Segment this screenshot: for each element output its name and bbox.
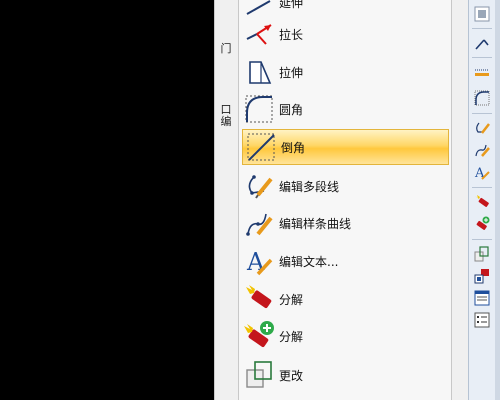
edit-text-icon[interactable]: A <box>471 162 493 182</box>
side-label-bottom: 口编 <box>220 103 232 128</box>
menu-item-label: 更改 <box>279 368 304 383</box>
fillet-icon <box>241 91 277 127</box>
lengthen-icon <box>241 16 277 52</box>
explode-icon[interactable] <box>471 192 493 212</box>
menu-item-edit-spline[interactable]: 编辑样条曲线 <box>241 205 449 241</box>
stretch-icon <box>241 54 277 90</box>
menu-item-stretch[interactable]: 拉伸 <box>241 54 449 90</box>
layer-icon[interactable] <box>471 288 493 308</box>
menu-item-label: 编辑样条曲线 <box>279 216 352 231</box>
edit-text-icon: A <box>241 243 277 279</box>
explode-add-icon[interactable] <box>471 214 493 234</box>
side-panel <box>214 0 239 400</box>
menu-scroll-gap <box>451 0 469 400</box>
zoom-icon[interactable] <box>471 4 493 24</box>
menu-item-fillet[interactable]: 圆角 <box>241 91 449 127</box>
menu-item-label: 延伸 <box>279 0 304 10</box>
match-props-icon[interactable] <box>471 266 493 286</box>
edit-polyline-icon[interactable] <box>471 118 493 138</box>
menu-item-edit-polyline[interactable]: 编辑多段线 <box>241 168 449 204</box>
menu-item-label: 分解 <box>279 292 304 307</box>
stretch-icon[interactable] <box>471 62 493 82</box>
modify-toolbar: A <box>468 0 495 400</box>
menu-item-explode[interactable]: 分解 <box>241 281 449 317</box>
menu-item-lengthen[interactable]: 拉长 <box>241 16 449 52</box>
window-edge <box>495 0 500 400</box>
menu-item-label: 分解 <box>279 329 304 344</box>
menu-item-edit-text[interactable]: A 编辑文本... <box>241 243 449 279</box>
edit-polyline-icon <box>241 168 277 204</box>
change-icon <box>241 357 277 393</box>
menu-item-label: 圆角 <box>279 102 304 117</box>
edit-spline-icon <box>241 205 277 241</box>
menu-item-change[interactable]: 更改 <box>241 357 449 393</box>
explode-add-icon <box>241 318 277 354</box>
menu-item-label: 编辑多段线 <box>279 179 340 194</box>
menu-item-label: 拉长 <box>279 27 304 42</box>
modify-menu: 延伸 拉长 拉伸 圆角 倒角 编辑多段线 编辑样条曲线 A 编辑文本... 分解… <box>238 0 451 400</box>
chamfer-icon <box>243 129 279 165</box>
fillet-icon[interactable] <box>471 88 493 108</box>
menu-item-label: 倒角 <box>281 140 306 155</box>
menu-item-explode-add[interactable]: 分解 <box>241 318 449 354</box>
drawing-canvas[interactable] <box>0 0 214 400</box>
side-label-top: 门 <box>220 42 232 55</box>
menu-item-label: 拉伸 <box>279 65 304 80</box>
list-icon[interactable] <box>471 310 493 330</box>
extend-icon[interactable] <box>471 33 493 53</box>
explode-icon <box>241 281 277 317</box>
menu-item-chamfer[interactable]: 倒角 <box>242 129 449 165</box>
edit-spline-icon[interactable] <box>471 140 493 160</box>
copy-icon[interactable] <box>471 244 493 264</box>
menu-item-label: 编辑文本... <box>279 254 339 269</box>
